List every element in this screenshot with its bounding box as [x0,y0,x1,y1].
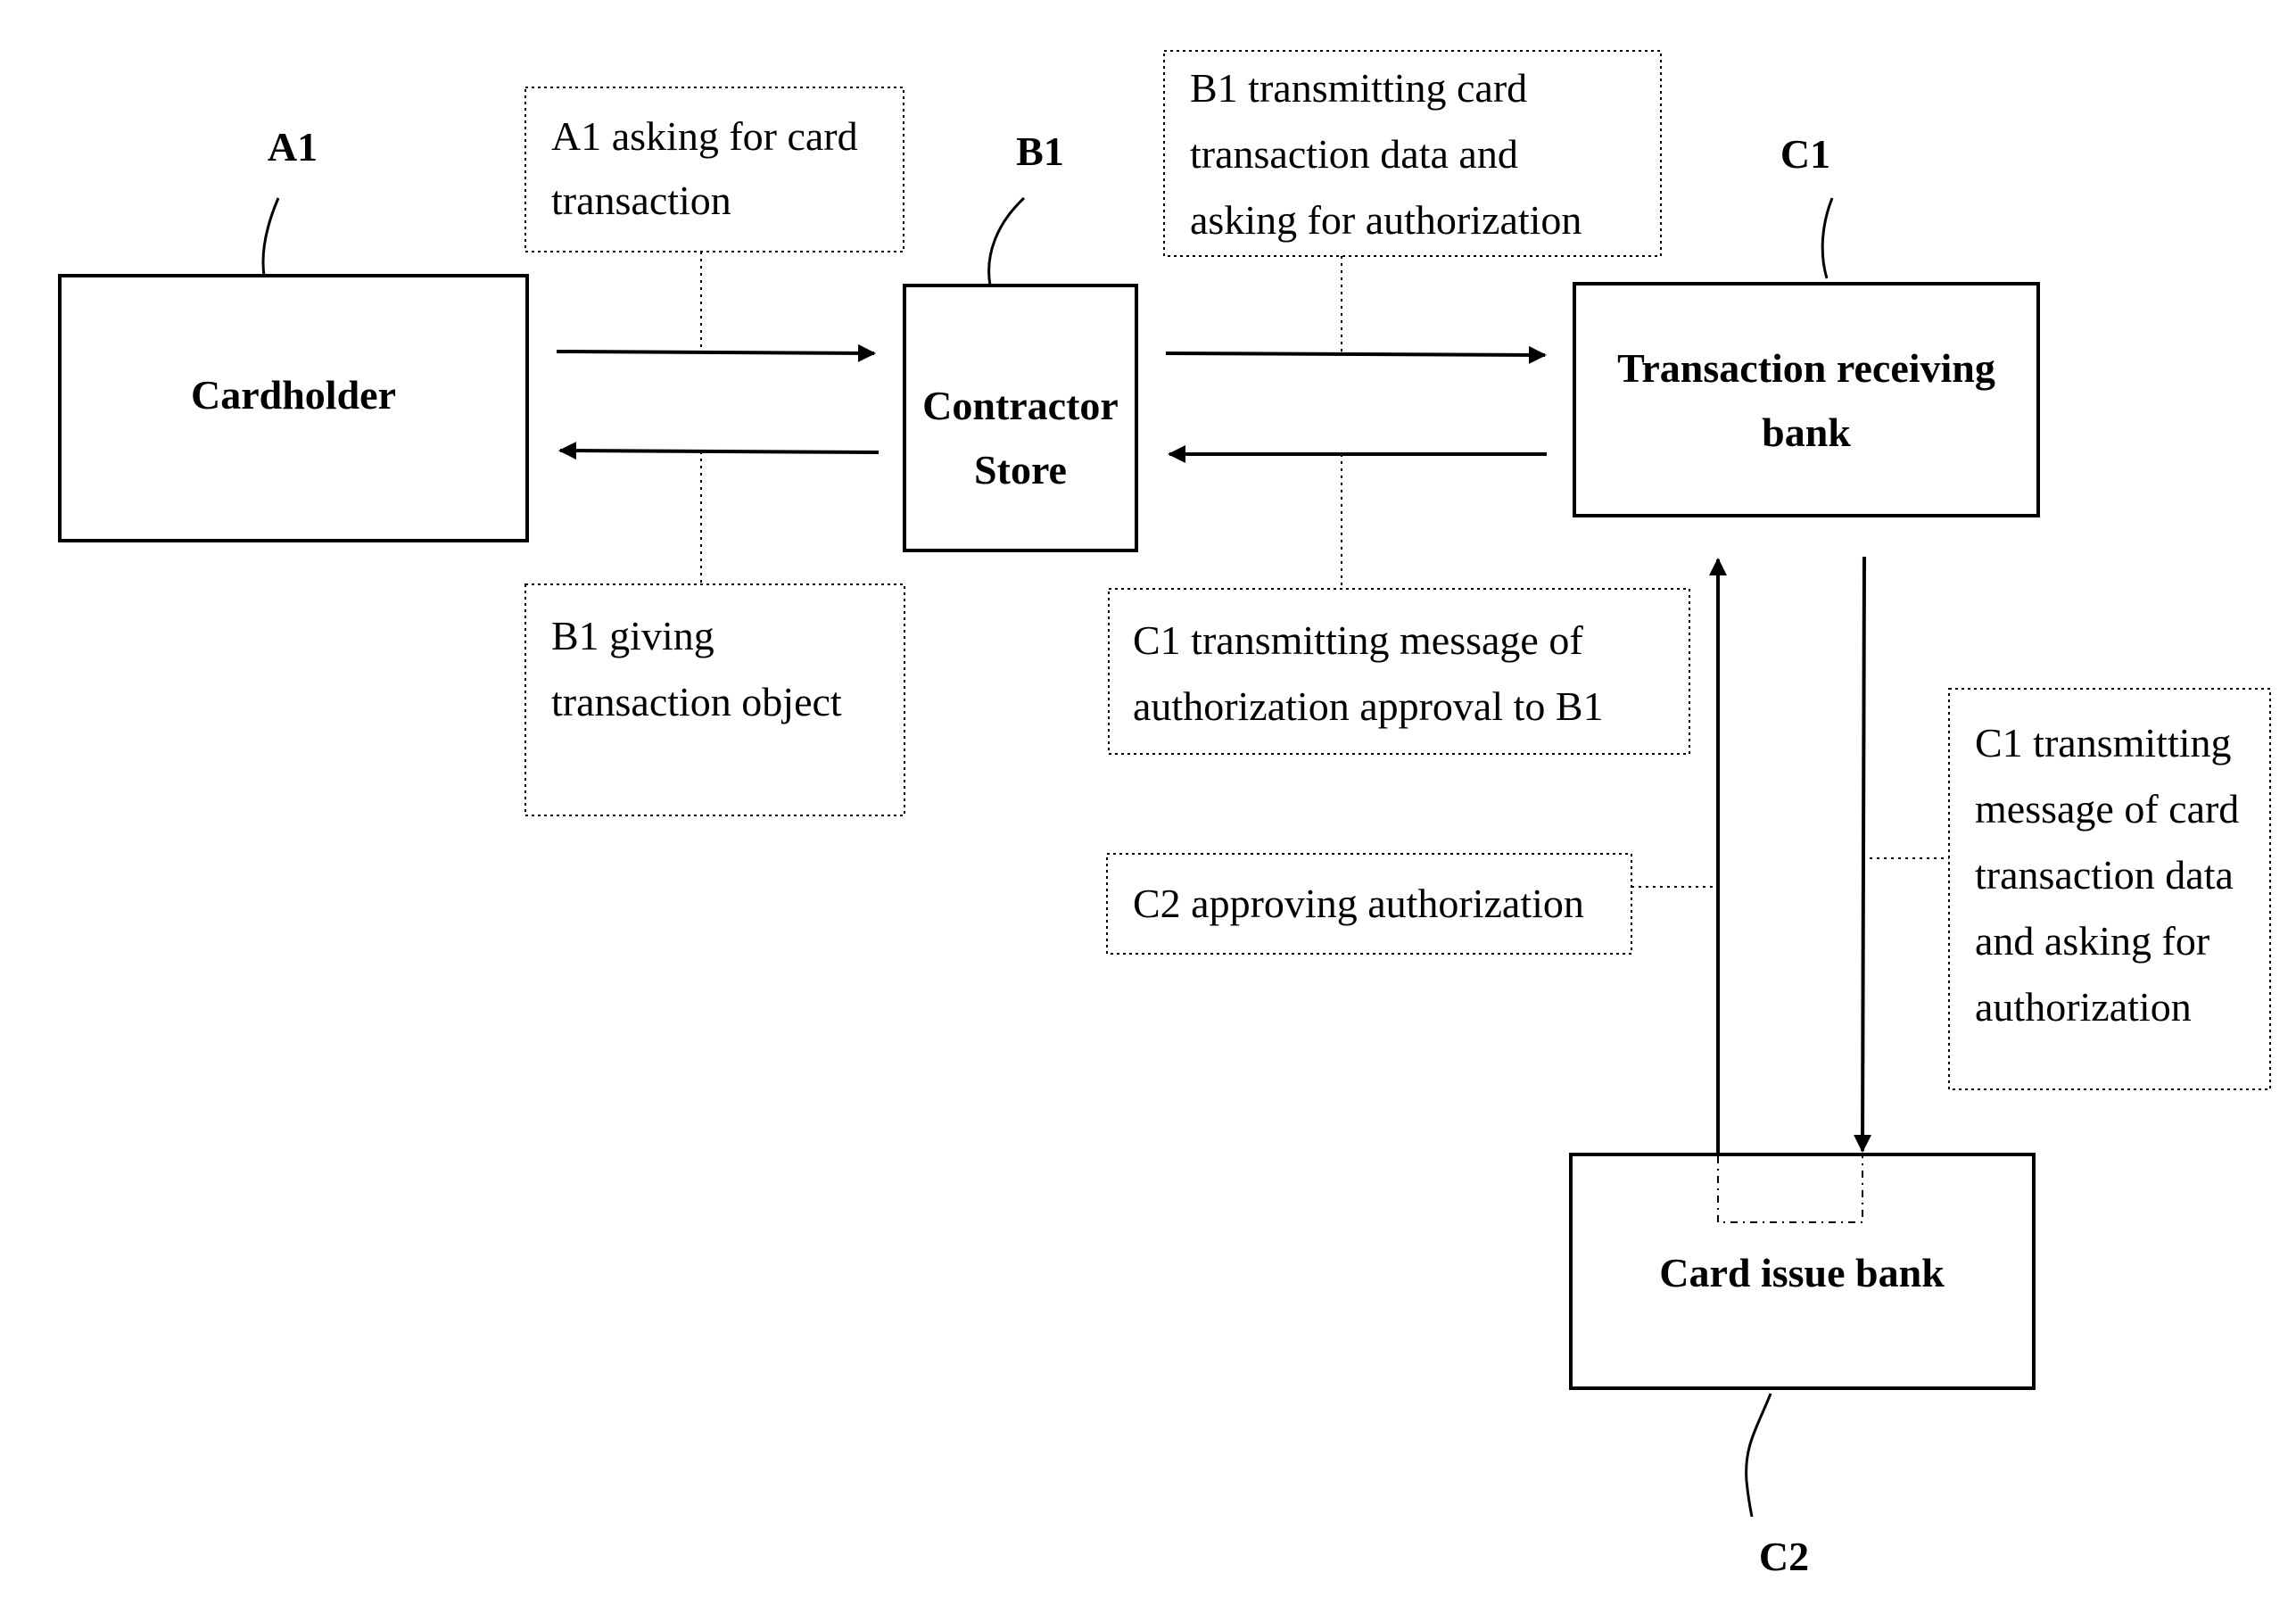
note-m6-line1: C2 approving authorization [1133,881,1584,926]
entity-transaction-receiving-bank: Transaction receiving bank [1573,282,2040,517]
arrow-c1-to-c2 [1854,556,1872,1153]
contractor-store-label-line2: Store [974,447,1067,492]
ref-label-c2-group: C2 [1745,1393,1809,1579]
note-m5-line4: and asking for [1975,918,2209,964]
note-m4-line1: C1 transmitting message of [1133,617,1583,663]
ref-label-b1-group: B1 [987,128,1064,286]
note-m3-line1: B1 transmitting card [1190,65,1527,111]
entity-card-issue-bank: Card issue bank [1569,1153,2036,1390]
leader-line-a1 [261,197,280,277]
note-m5-line5: authorization [1975,984,2192,1030]
note-m5-line2: message of card [1975,786,2239,832]
leader-line-c1 [1821,197,1834,279]
note-m2-line2: transaction object [551,679,842,724]
note-c1-transmitting-card-transaction-data: C1 transmitting message of card transact… [1948,688,2271,1090]
note-m5-line3: transaction data [1975,852,2234,898]
ref-label-a1: A1 [268,124,318,170]
note-box-m1 [524,87,904,252]
ref-label-c2: C2 [1759,1534,1809,1579]
ref-label-c1-group: C1 [1780,131,1834,279]
note-b1-giving-transaction-object: B1 giving transaction object [524,583,905,816]
leader-line-c2 [1745,1393,1772,1518]
note-box-m4 [1108,588,1690,755]
ref-label-c1: C1 [1780,131,1830,177]
transaction-receiving-bank-label-line1: Transaction receiving [1617,345,1995,391]
contractor-store-label-line1: Contractor [922,383,1119,428]
note-m4-line2: authorization approval to B1 [1133,683,1604,729]
arrow-b1-to-c1 [1165,345,1547,364]
entity-contractor-store: Contractor Store [903,284,1138,552]
arrow-b1-to-a1 [558,442,880,460]
cardholder-label: Cardholder [191,372,396,418]
note-m2-line1: B1 giving [551,613,714,658]
note-m5-line1: C1 transmitting [1975,720,2232,765]
note-m3-line2: transaction data and [1190,131,1518,177]
ref-label-b1: B1 [1016,128,1064,174]
note-a1-asking-for-card-transaction: A1 asking for card transaction [524,87,904,252]
transaction-flow-diagram: A1 B1 C1 C2 Cardholder Contractor Store … [58,50,2271,1579]
note-m1-line2: transaction [551,178,731,223]
arrow-a1-to-b1 [556,343,876,362]
note-m3-line3: asking for authorization [1190,197,1582,243]
note-c1-transmitting-authorization-approval: C1 transmitting message of authorization… [1108,588,1690,755]
transaction-receiving-bank-box [1573,282,2040,517]
note-c2-approving-authorization: C2 approving authorization [1106,853,1632,955]
entity-cardholder: Cardholder [58,274,529,542]
transaction-receiving-bank-label-line2: bank [1762,410,1851,455]
leader-line-b1 [987,196,1026,286]
ref-label-a1-group: A1 [261,124,318,277]
card-issue-bank-label: Card issue bank [1659,1250,1945,1295]
note-m1-line1: A1 asking for card [551,113,858,159]
note-b1-transmitting-card-transaction-data: B1 transmitting card transaction data an… [1163,50,1662,257]
